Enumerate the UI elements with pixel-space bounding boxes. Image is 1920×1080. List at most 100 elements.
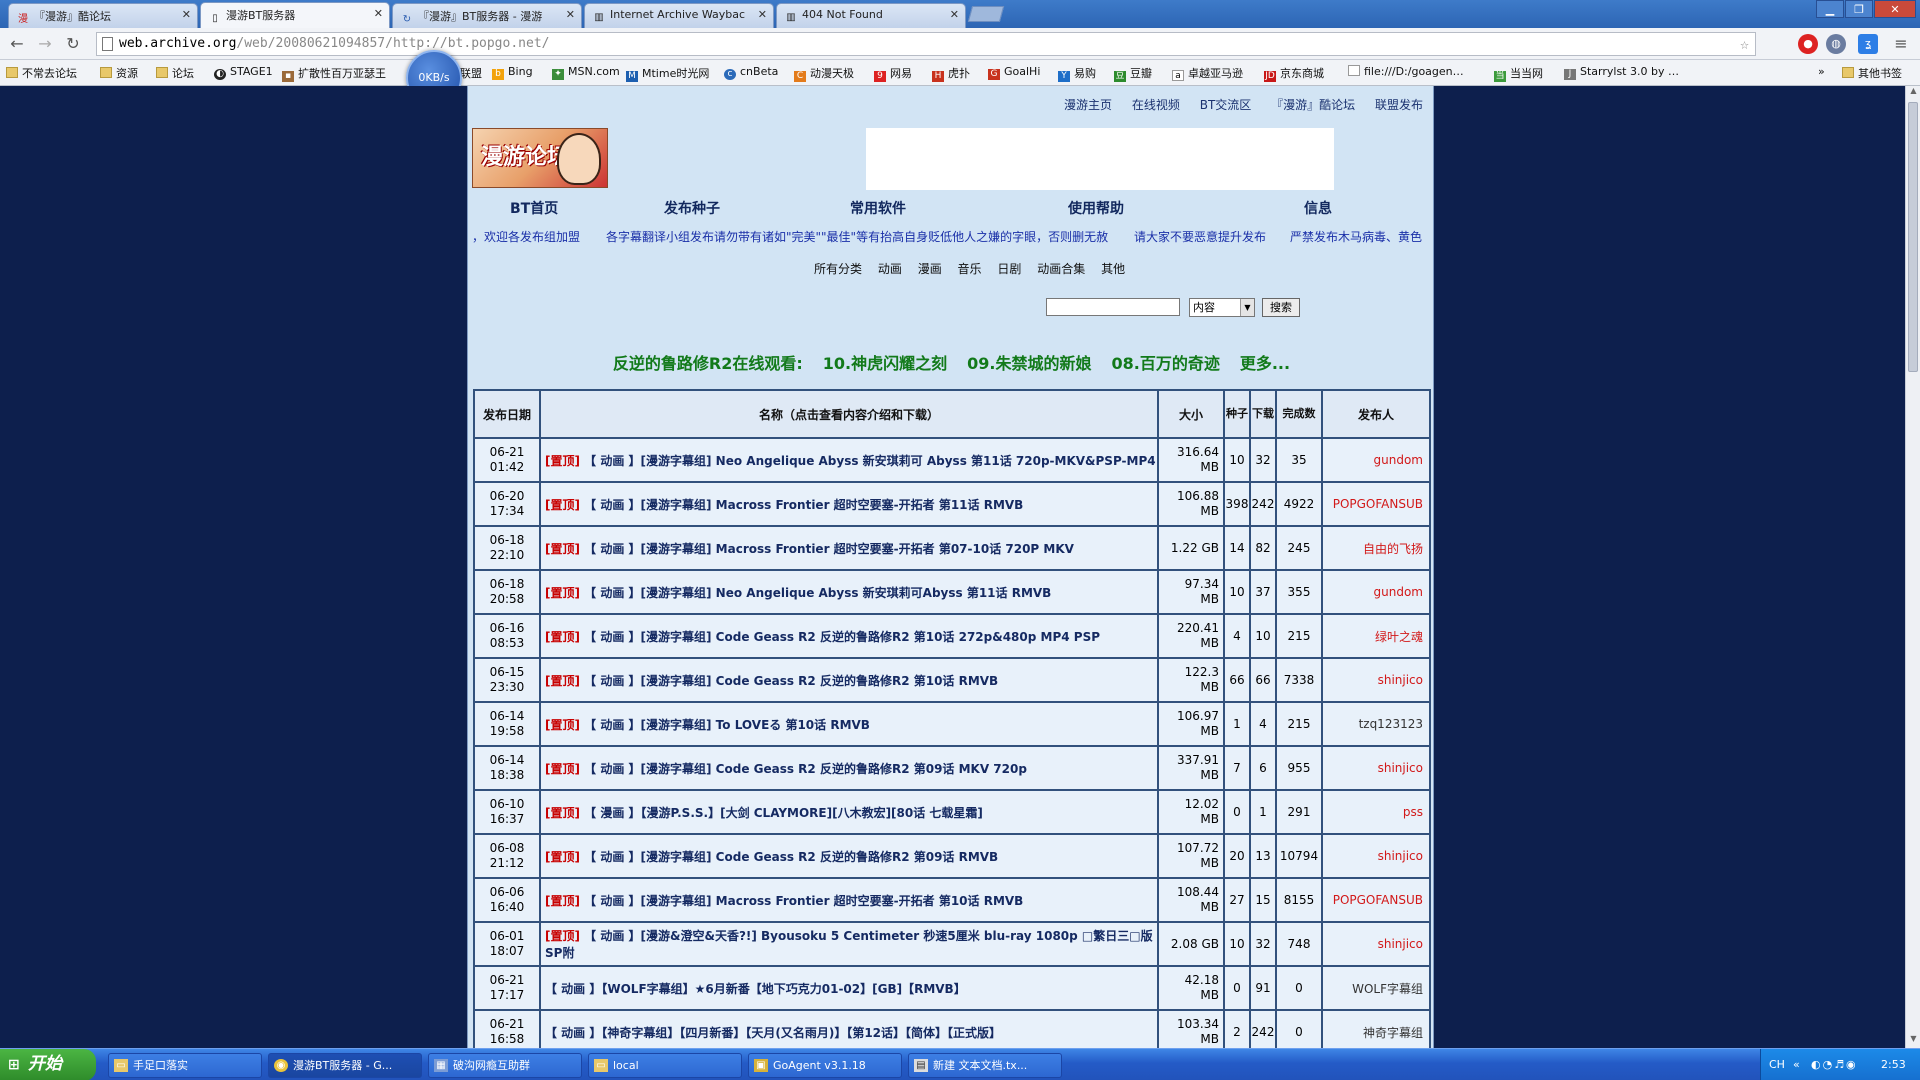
taskbar-task[interactable]: ▦ 破沟网瘾互助群: [428, 1053, 582, 1078]
taskbar-task[interactable]: ▭ local: [588, 1053, 742, 1078]
bookmark-item[interactable]: 豆豆瓣: [1114, 65, 1152, 82]
nav-info[interactable]: 信息: [1304, 198, 1332, 218]
bookmark-folder[interactable]: 资源: [100, 65, 138, 81]
torrent-title-link[interactable]: 【 动画 】[漫游字幕组] Macross Frontier 超时空要塞-开拓者…: [584, 498, 1023, 512]
torrent-title-link[interactable]: 【 动画 】【WOLF字幕组】★6月新番【地下巧克力01-02】[GB]【RMV…: [545, 982, 966, 996]
top-link-video[interactable]: 在线视频: [1132, 98, 1180, 112]
bookmark-item[interactable]: ◐ STAGE1: [214, 65, 273, 80]
torrent-title-link[interactable]: 【 动画 】[漫游字幕组] Neo Angelique Abyss 新安琪莉可A…: [584, 586, 1051, 600]
marquee-link[interactable]: 09.朱禁城的新娘: [967, 354, 1091, 373]
bookmarks-overflow-button[interactable]: »: [1818, 65, 1825, 78]
taskbar-task-active[interactable]: ◉ 漫游BT服务器 - G...: [268, 1053, 422, 1078]
uploader-link[interactable]: 绿叶之魂: [1375, 630, 1423, 644]
start-button[interactable]: ⊞ 开始: [0, 1049, 96, 1080]
uploader-link[interactable]: WOLF字幕组: [1352, 982, 1423, 996]
bookmark-item[interactable]: a 卓越亚马逊: [1172, 65, 1243, 81]
helper-extension-icon[interactable]: ʓ: [1858, 34, 1878, 54]
torrent-title-link[interactable]: 【 动画 】[漫游字幕组] Code Geass R2 反逆的鲁路修R2 第09…: [584, 850, 998, 864]
taskbar-task[interactable]: ▣ GoAgent v3.1.18: [748, 1053, 902, 1078]
reload-icon[interactable]: ↻: [62, 33, 84, 55]
site-logo[interactable]: 漫游论坛: [472, 128, 608, 188]
category-drama[interactable]: 日剧: [997, 262, 1021, 276]
bookmark-item[interactable]: 9 网易: [874, 65, 912, 82]
bookmark-folder[interactable]: 不常去论坛: [6, 65, 77, 81]
search-field-select[interactable]: 内容 ▼: [1189, 298, 1255, 317]
bookmark-item[interactable]: 联盟: [460, 65, 482, 81]
uploader-link[interactable]: gundom: [1374, 585, 1423, 599]
tab-internet-archive[interactable]: ▥ Internet Archive Waybac ✕: [584, 3, 774, 28]
bookmark-item[interactable]: file:///D:/goagen…: [1348, 65, 1464, 78]
tab-close-icon[interactable]: ✕: [374, 7, 383, 20]
tab-popgo-bt[interactable]: ▯ 漫游BT服务器 ✕: [200, 2, 390, 28]
category-anime[interactable]: 动画: [878, 262, 902, 276]
restore-icon[interactable]: ❐: [1845, 0, 1873, 18]
bookmark-item[interactable]: G GoalHi: [988, 65, 1040, 80]
tab-close-icon[interactable]: ✕: [566, 8, 575, 21]
category-other[interactable]: 其他: [1101, 262, 1125, 276]
tray-icons[interactable]: ◐◔♬◉: [1811, 1049, 1858, 1080]
category-manga[interactable]: 漫画: [918, 262, 942, 276]
bookmark-item[interactable]: ✦ MSN.com: [552, 65, 620, 80]
bookmark-item[interactable]: JD 京东商城: [1264, 65, 1324, 82]
header-completed[interactable]: 完成数: [1275, 389, 1323, 439]
header-uploader[interactable]: 发布人: [1321, 389, 1431, 439]
tab-popgo-bt-loading[interactable]: ↻ 『漫游』BT服务器 - 漫游 ✕: [392, 3, 582, 28]
header-size[interactable]: 大小: [1157, 389, 1225, 439]
top-link-bt-forum[interactable]: BT交流区: [1200, 98, 1252, 112]
torrent-title-link[interactable]: 【 动画 】[漫游字幕组] Code Geass R2 反逆的鲁路修R2 第10…: [584, 674, 998, 688]
top-link-home[interactable]: 漫游主页: [1064, 98, 1112, 112]
uploader-link[interactable]: POPGOFANSUB: [1333, 893, 1423, 907]
uploader-link[interactable]: shinjico: [1378, 849, 1423, 863]
window-close-icon[interactable]: ✕: [1874, 0, 1916, 18]
uploader-link[interactable]: pss: [1403, 805, 1423, 819]
torrent-title-link[interactable]: 【 动画 】[漫游字幕组] To LOVEる 第10话 RMVB: [584, 718, 870, 732]
scroll-down-icon[interactable]: ▼: [1906, 1034, 1920, 1048]
torrent-title-link[interactable]: 【 动画 】【神奇字幕组】【四月新番】【天月(又名雨月)】【第12话】【简体】【…: [545, 1026, 1001, 1040]
torrent-title-link[interactable]: 【 漫画 】【漫游P.S.S.】[大剑 CLAYMORE][八木教宏][80话 …: [584, 806, 983, 820]
uploader-link[interactable]: tzq123123: [1359, 717, 1423, 731]
minimize-icon[interactable]: ▁: [1816, 0, 1844, 18]
bookmark-item[interactable]: C 动漫天极: [794, 65, 854, 82]
marquee-link[interactable]: 10.神虎闪耀之刻: [823, 354, 947, 373]
header-seeds[interactable]: 种子: [1223, 389, 1251, 439]
marquee-more-link[interactable]: 更多...: [1240, 354, 1290, 373]
torrent-title-link[interactable]: 【 动画 】[漫游字幕组] Macross Frontier 超时空要塞-开拓者…: [584, 894, 1023, 908]
bookmark-item[interactable]: c cnBeta: [724, 65, 778, 80]
torrent-title-link[interactable]: 【 动画 】[漫游&澄空&天香?!] Byousoku 5 Centimeter…: [545, 929, 1153, 960]
uploader-link[interactable]: shinjico: [1378, 673, 1423, 687]
marquee-link[interactable]: 08.百万的奇迹: [1111, 354, 1219, 373]
bookmark-star-icon[interactable]: ☆: [1740, 33, 1749, 55]
nav-publish[interactable]: 发布种子: [664, 198, 720, 218]
scrollbar-thumb[interactable]: [1908, 102, 1918, 372]
category-all[interactable]: 所有分类: [814, 262, 862, 276]
nav-software[interactable]: 常用软件: [850, 198, 906, 218]
bookmark-item[interactable]: H 虎扑: [932, 65, 970, 82]
torrent-title-link[interactable]: 【 动画 】[漫游字幕组] Code Geass R2 反逆的鲁路修R2 第09…: [584, 762, 1027, 776]
nav-bt-home[interactable]: BT首页: [510, 198, 558, 218]
language-indicator[interactable]: CH: [1769, 1049, 1785, 1080]
top-link-forum[interactable]: 『漫游』酷论坛: [1271, 98, 1355, 112]
uploader-link[interactable]: POPGOFANSUB: [1333, 497, 1423, 511]
category-music[interactable]: 音乐: [958, 262, 982, 276]
top-link-alliance[interactable]: 联盟发布: [1375, 98, 1423, 112]
uploader-link[interactable]: 神奇字幕组: [1363, 1026, 1423, 1040]
bookmark-folder[interactable]: 论坛: [156, 65, 194, 81]
other-bookmarks-folder[interactable]: 其他书签: [1842, 65, 1902, 81]
taskbar-task[interactable]: ▭ 手足口落实: [108, 1053, 262, 1078]
page-scrollbar[interactable]: ▲ ▼: [1905, 86, 1920, 1048]
nav-help[interactable]: 使用帮助: [1068, 198, 1124, 218]
category-anime-collection[interactable]: 动画合集: [1037, 262, 1085, 276]
uploader-link[interactable]: gundom: [1374, 453, 1423, 467]
tab-close-icon[interactable]: ✕: [182, 8, 191, 21]
bookmark-item[interactable]: M Mtime时光网: [626, 65, 709, 82]
uploader-link[interactable]: 自由的飞扬: [1363, 542, 1423, 556]
bookmark-item[interactable]: b Bing: [492, 65, 533, 80]
bookmark-item[interactable]: Y 易购: [1058, 65, 1096, 82]
bookmark-item[interactable]: 当当当网: [1494, 65, 1543, 82]
taskbar-task[interactable]: ▤ 新建 文本文档.tx...: [908, 1053, 1062, 1078]
header-name[interactable]: 名称（点击查看内容介绍和下载）: [539, 389, 1159, 439]
globe-extension-icon[interactable]: ◍: [1826, 34, 1846, 54]
address-bar[interactable]: web.archive.org/web/20080621094857/http:…: [96, 32, 1756, 56]
new-tab-button[interactable]: [967, 6, 1005, 22]
forward-arrow-icon[interactable]: →: [34, 33, 56, 55]
